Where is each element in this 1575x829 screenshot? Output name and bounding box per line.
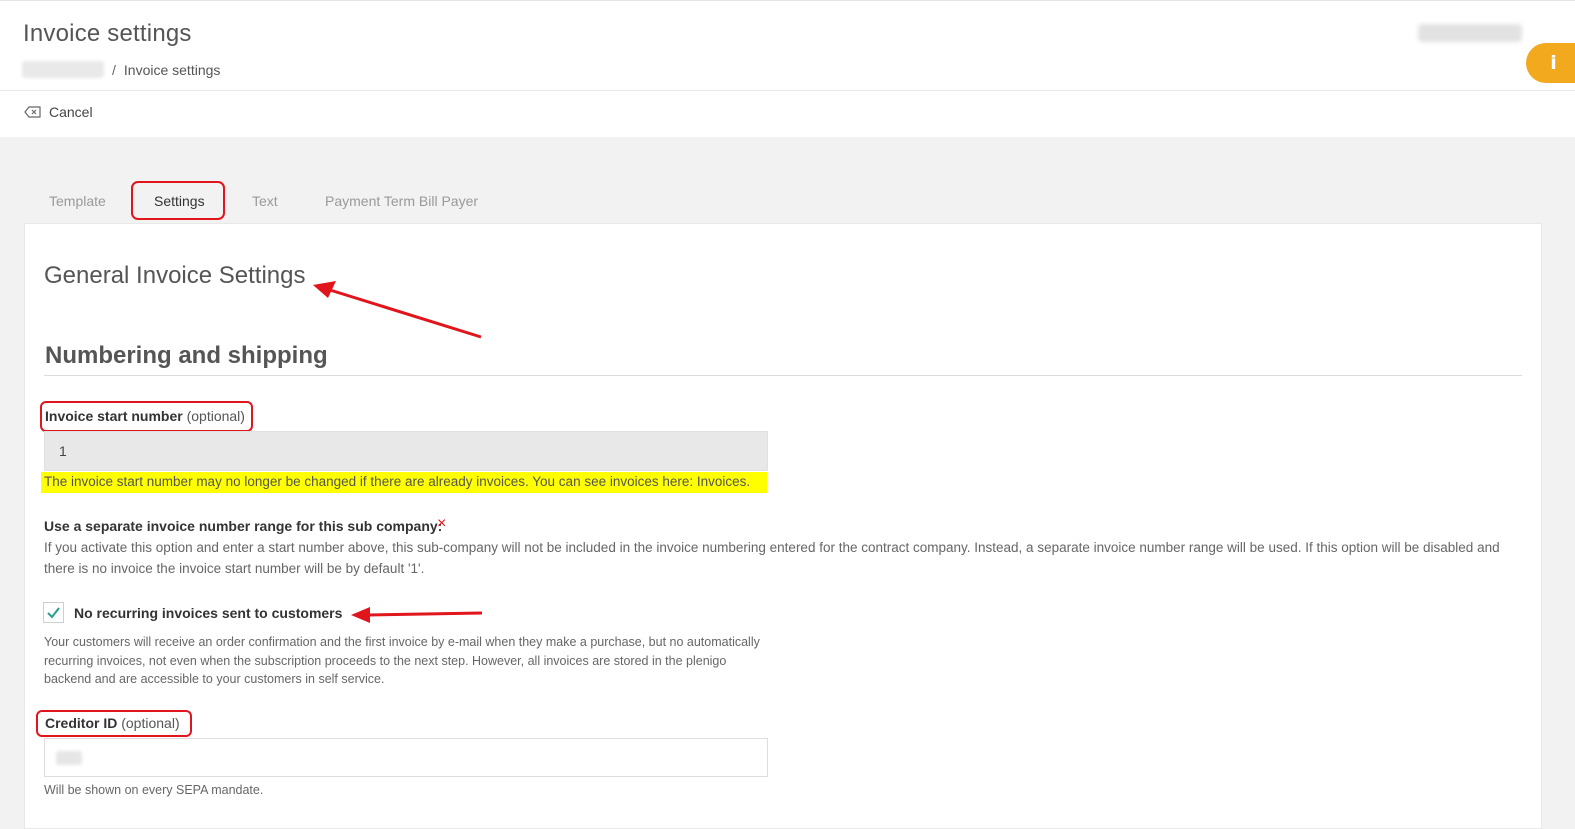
disabled-x-icon[interactable]: ×	[437, 515, 446, 533]
breadcrumb: / Invoice settings	[22, 61, 220, 78]
top-border	[0, 0, 1575, 1]
checkmark-icon	[47, 607, 60, 619]
tab-text[interactable]: Text	[252, 193, 278, 209]
annotation-highlight-settings-tab	[131, 181, 225, 220]
breadcrumb-current: Invoice settings	[123, 61, 221, 78]
breadcrumb-parent-redacted[interactable]	[22, 61, 104, 78]
no-recurring-label[interactable]: No recurring invoices sent to customers	[74, 605, 342, 621]
info-icon: i	[1550, 52, 1557, 74]
annotation-highlight-invoice-start	[40, 401, 253, 432]
invoice-start-input[interactable]	[44, 431, 768, 471]
cancel-label: Cancel	[49, 104, 93, 120]
header-divider	[0, 90, 1575, 91]
cancel-button[interactable]: Cancel	[24, 104, 93, 120]
creditor-id-input[interactable]	[44, 738, 768, 777]
invoice-start-warning: The invoice start number may no longer b…	[41, 472, 767, 493]
general-settings-title: General Invoice Settings	[44, 262, 306, 289]
no-recurring-checkbox[interactable]	[43, 602, 64, 623]
breadcrumb-separator: /	[112, 61, 116, 78]
cancel-icon	[24, 106, 41, 118]
tab-payment-term-bill-payer[interactable]: Payment Term Bill Payer	[325, 193, 478, 209]
user-menu-redacted[interactable]	[1418, 24, 1522, 42]
section-divider	[44, 375, 1522, 376]
info-button[interactable]: i	[1526, 43, 1575, 83]
page-title: Invoice settings	[23, 20, 192, 47]
separate-range-label: Use a separate invoice number range for …	[44, 518, 443, 534]
no-recurring-description: Your customers will receive an order con…	[44, 635, 760, 686]
separate-range-description: If you activate this option and enter a …	[44, 540, 1500, 576]
creditor-value-redacted	[56, 751, 82, 765]
creditor-id-help: Will be shown on every SEPA mandate.	[44, 783, 264, 797]
annotation-highlight-creditor	[36, 710, 192, 737]
tab-template[interactable]: Template	[49, 193, 106, 209]
section-title-numbering: Numbering and shipping	[45, 342, 328, 369]
